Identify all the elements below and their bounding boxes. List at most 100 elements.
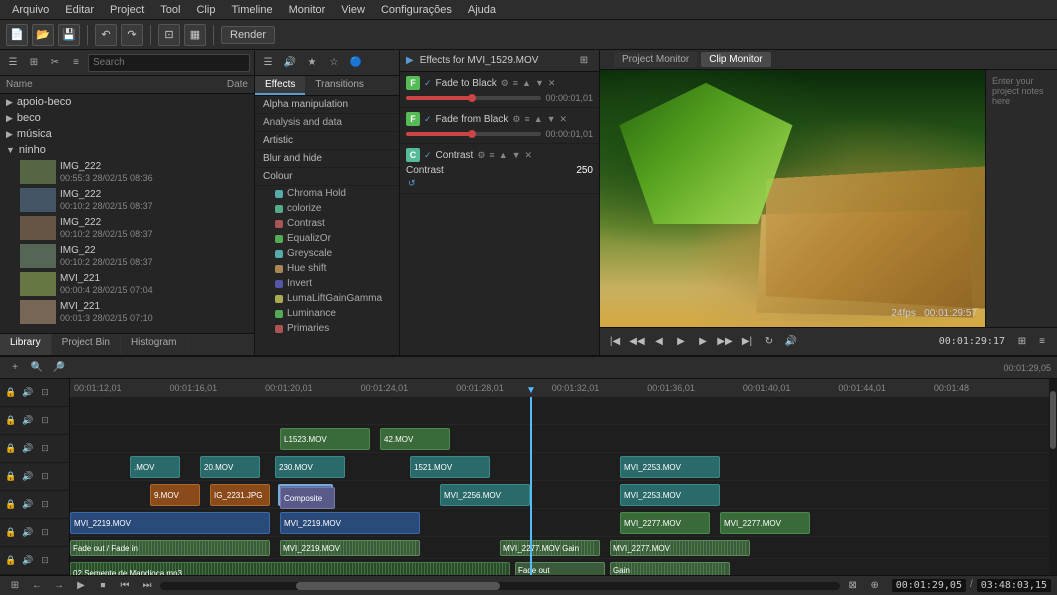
tc-clip-1[interactable]: ⊡ [38,386,52,400]
tl-add-track[interactable]: + [6,359,24,377]
clip-42mov[interactable]: 42.MOV [380,428,450,450]
folder-musica[interactable]: música [0,126,254,142]
tree-item-img222-1[interactable]: IMG_222 00:55:3 28/02/15 08:36 [0,158,254,186]
undo-button[interactable]: ↶ [95,24,117,46]
tc-audio-1[interactable]: 🔊 [21,386,35,400]
effect-equalizor[interactable]: EqualizOr [255,231,399,246]
clip-230mov[interactable]: 230.MOV [275,456,345,478]
clip-2219-audio[interactable]: MVI_2219.MOV [280,540,420,556]
next-frame-button[interactable]: ▶| [738,333,756,351]
tl-play-btn[interactable]: ▶ [72,577,90,595]
tl-bottom-btn2[interactable]: ← [28,577,46,595]
effects-search[interactable]: 🔵 [347,54,365,72]
tab-clip-monitor[interactable]: Clip Monitor [701,52,770,67]
menu-clip[interactable]: Clip [188,2,223,18]
clip-2253mov-2[interactable]: MVI_2253.MOV [620,484,720,506]
tree-item-img222-2[interactable]: IMG_222 00:10:2 28/02/15 08:37 [0,186,254,214]
contrast-reset-icon[interactable]: ↺ [406,178,593,189]
contrast-icon-down[interactable]: ▼ [512,150,521,160]
clip-2219mov-1[interactable]: MVI_2219.MOV [70,512,270,534]
fade-from-black-slider[interactable] [406,132,541,136]
volume-button[interactable]: 🔊 [782,333,800,351]
list-options-button[interactable]: ≡ [67,54,85,72]
fade-from-black-icon-down[interactable]: ▼ [547,114,556,124]
effect-cat-analysis[interactable]: Analysis and data [255,114,399,132]
rewind-button[interactable]: ◀◀ [628,333,646,351]
contrast-icon-x[interactable]: ✕ [525,150,533,161]
fade-to-black-icon-up[interactable]: ▲ [522,78,531,88]
menu-tool[interactable]: Tool [152,2,188,18]
clip-1521mov[interactable]: 1521.MOV [410,456,490,478]
save-button[interactable]: 💾 [58,24,80,46]
menu-ajuda[interactable]: Ajuda [460,2,504,18]
fade-to-black-thumb[interactable] [468,94,476,102]
menu-timeline[interactable]: Timeline [223,2,280,18]
clip-composite[interactable]: Composite [280,487,335,509]
fade-from-black-icon-up[interactable]: ▲ [534,114,543,124]
folder-beco[interactable]: beco [0,110,254,126]
tc-lock-6[interactable]: 🔒 [4,526,18,540]
effect-chroma-hold[interactable]: Chroma Hold [255,186,399,201]
tl-prev-btn[interactable]: ⏮ [116,577,134,595]
tc-lock-4[interactable]: 🔒 [4,470,18,484]
menu-configuracoes[interactable]: Configurações [373,2,460,18]
clip-2277-audio[interactable]: MVI_2277.MOV [610,540,750,556]
tree-item-img22-4[interactable]: IMG_22 00:10:2 28/02/15 08:37 [0,242,254,270]
tc-audio-4[interactable]: 🔊 [21,470,35,484]
clip-2277mov-1[interactable]: MVI_2277.MOV [620,512,710,534]
tl-zoom-in[interactable]: 🔍 [28,359,46,377]
effects-audio[interactable]: 🔊 [281,54,299,72]
tl-zoom-out[interactable]: 🔎 [50,359,68,377]
effect-invert[interactable]: Invert [255,276,399,291]
clip-mandioca[interactable]: 02 Semente de Mandioca.mp3 [70,562,510,575]
menu-project[interactable]: Project [102,2,152,18]
clip-fadeout-7[interactable]: Fade out [515,562,605,575]
clip-2219mov-2[interactable]: MVI_2219.MOV [280,512,420,534]
tl-stop-btn[interactable]: ⏹ [94,577,112,595]
menu-monitor[interactable]: Monitor [281,2,334,18]
settings-button[interactable]: ≡ [1033,333,1051,351]
clip-gain-7[interactable]: Gain [610,562,730,575]
clip-l1523[interactable]: L1523.MOV [280,428,370,450]
prev-frame-button[interactable]: |◀ [606,333,624,351]
tc-clip-4[interactable]: ⊡ [38,470,52,484]
tree-item-img222-3[interactable]: IMG_222 00:10:2 28/02/15 08:37 [0,214,254,242]
clip-2277-gain-audio[interactable]: MVI_2277.MOV Gain [500,540,600,556]
tc-audio-6[interactable]: 🔊 [21,526,35,540]
new-button[interactable]: 📄 [6,24,28,46]
folder-ninho[interactable]: ninho [0,142,254,158]
fade-from-black-thumb[interactable] [468,130,476,138]
tc-lock-2[interactable]: 🔒 [4,414,18,428]
clip-20mov[interactable]: 20.MOV [200,456,260,478]
fade-to-black-icon-x[interactable]: ✕ [548,78,556,89]
redo-button[interactable]: ↷ [121,24,143,46]
tc-audio-3[interactable]: 🔊 [21,442,35,456]
effect-cat-colour[interactable]: Colour [255,168,399,186]
vscroll-thumb[interactable] [1050,391,1056,449]
tab-library[interactable]: Library [0,334,52,355]
timeline-content[interactable]: 00:01:12,01 00:01:16,01 00:01:20,01 00:0… [70,379,1049,575]
effects-star2[interactable]: ☆ [325,54,343,72]
timeline-hscroll[interactable] [160,582,840,590]
timeline-vscrollbar[interactable] [1049,379,1057,575]
tc-lock-1[interactable]: 🔒 [4,386,18,400]
effect-hue-shift[interactable]: Hue shift [255,261,399,276]
tc-lock-5[interactable]: 🔒 [4,498,18,512]
menu-view[interactable]: View [333,2,373,18]
tl-bottom-btn3[interactable]: → [50,577,68,595]
fade-from-black-icon-x[interactable]: ✕ [560,114,568,125]
effect-luminance[interactable]: Luminance [255,306,399,321]
export-button[interactable]: ▦ [184,24,206,46]
clip-ig2231[interactable]: IG_2231.JPG [210,484,270,506]
hscroll-thumb[interactable] [296,582,500,590]
clip-fade-audio[interactable]: Fade out / Fade in [70,540,270,556]
clip-2253mov[interactable]: MVI_2253.MOV [620,456,720,478]
effect-colorize[interactable]: colorize [255,201,399,216]
contrast-icon-up[interactable]: ▲ [499,150,508,160]
clip-mov-3[interactable]: .MOV [130,456,180,478]
effect-lumalift[interactable]: LumaLiftGainGamma [255,291,399,306]
clip-9mov[interactable]: 9.MOV [150,484,200,506]
fast-fwd-button[interactable]: ▶▶ [716,333,734,351]
step-fwd-button[interactable]: ▶ [694,333,712,351]
tab-effects[interactable]: Effects [255,76,305,95]
